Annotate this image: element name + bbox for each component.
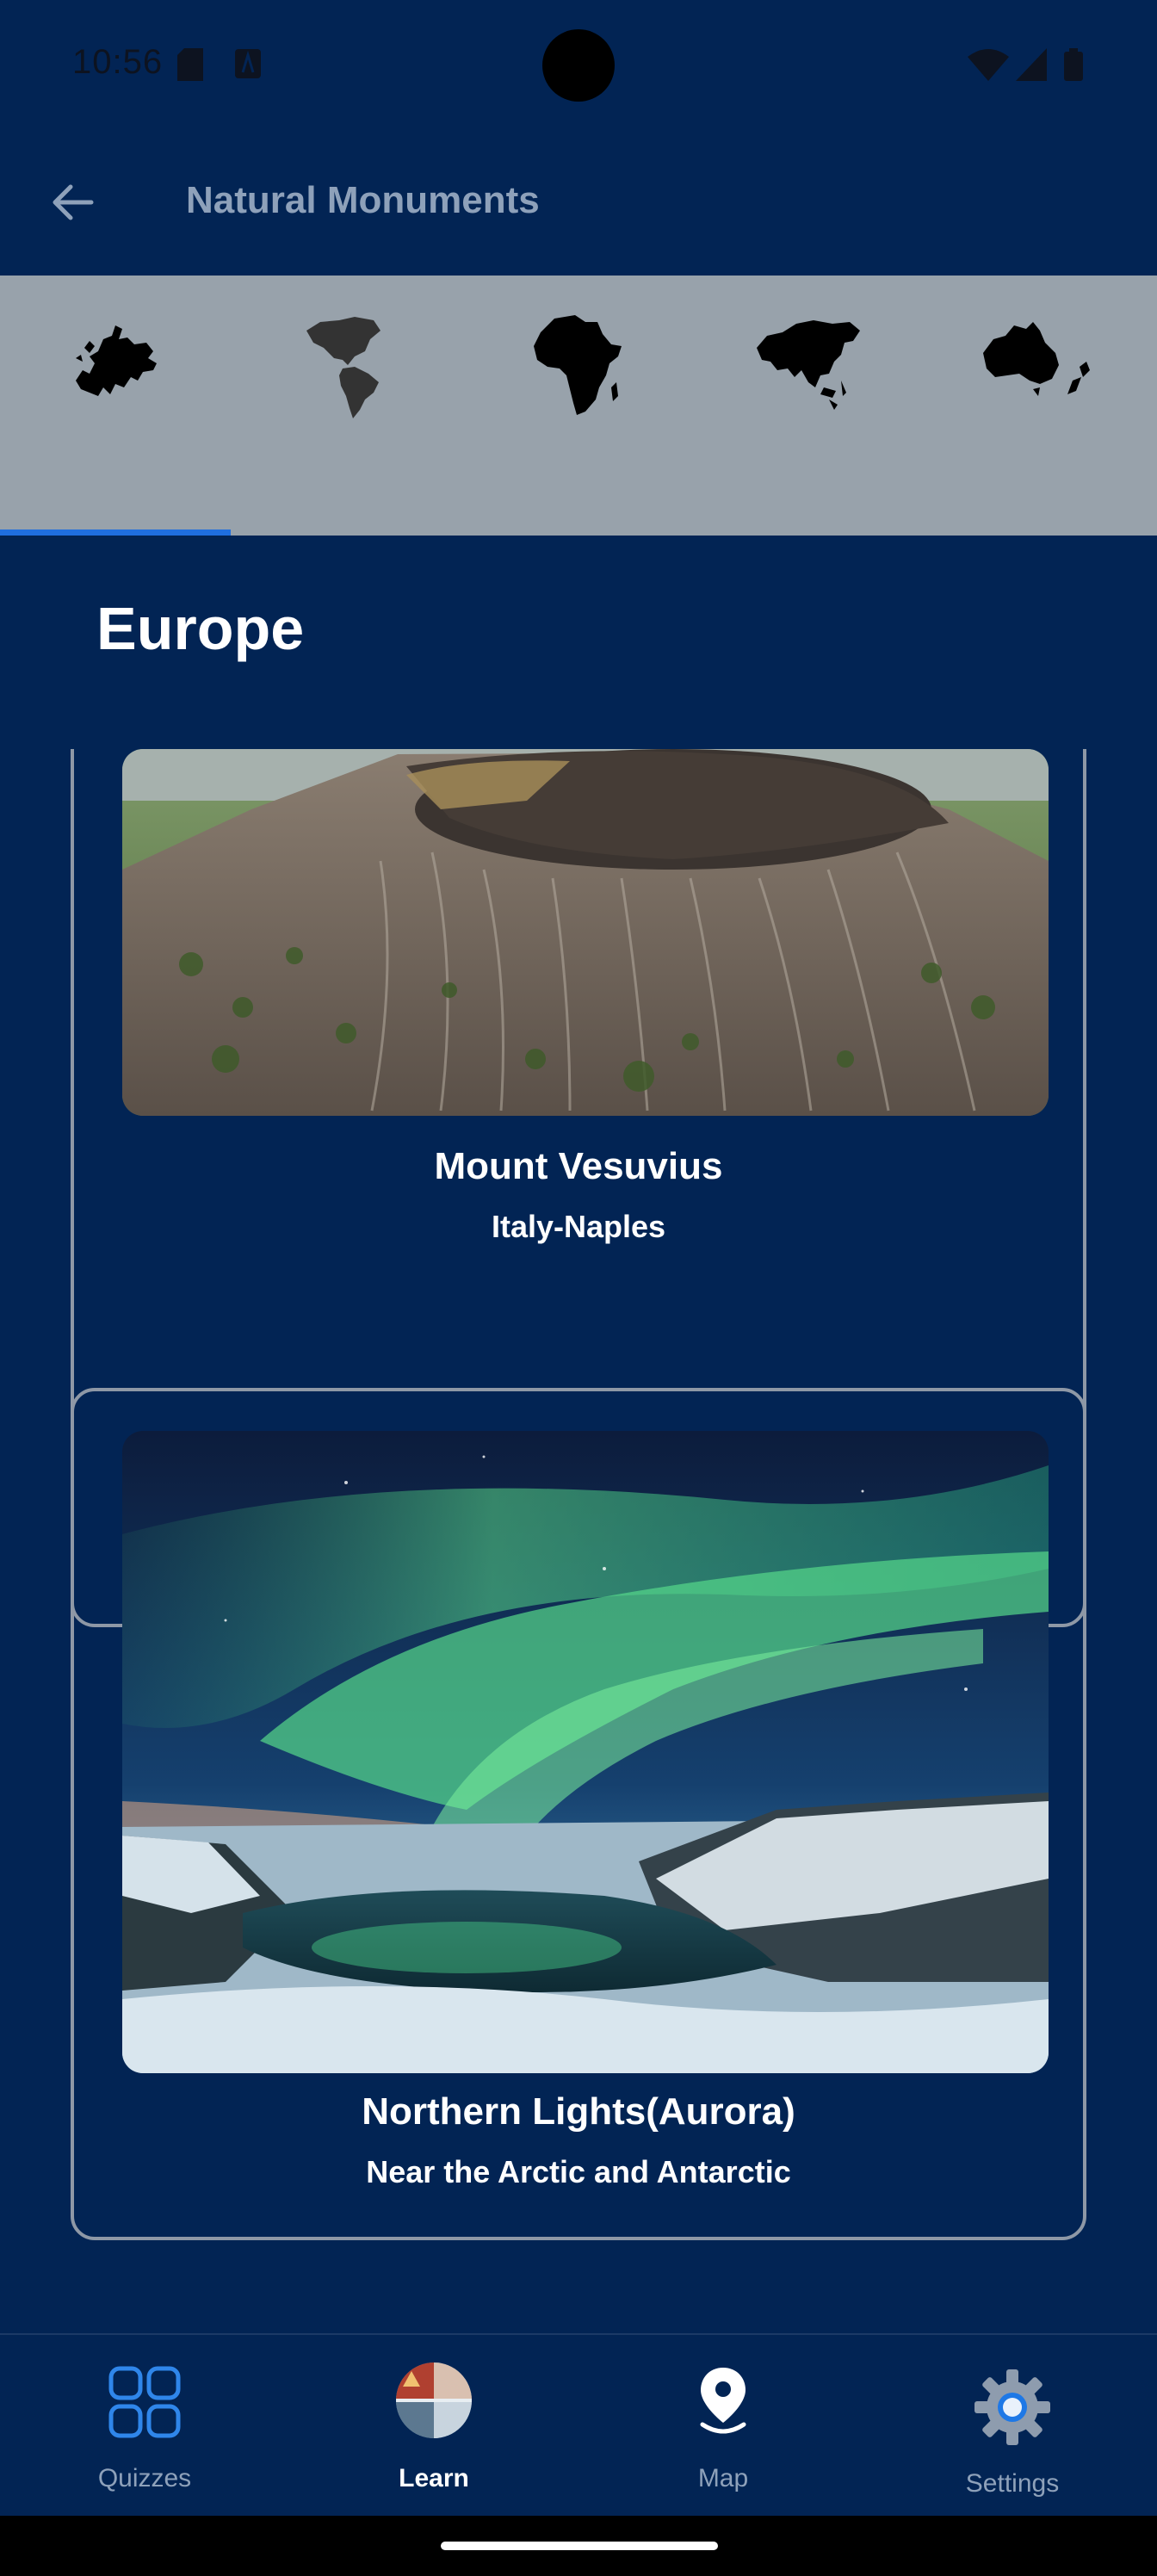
wifi-icon [968,49,1009,81]
nav-learn[interactable]: Learn [289,2335,578,2517]
tab-americas[interactable] [231,276,461,536]
back-button[interactable] [38,168,107,237]
page-title: Natural Monuments [186,179,540,221]
tab-asia[interactable] [692,276,923,536]
sd-card-icon [177,48,203,81]
monument-list[interactable]: Mount Vesuvius Italy-Naples Northern Lig… [0,749,1157,2333]
monument-photo [122,1431,1049,2073]
camera-cutout [542,29,615,102]
map-pin-icon [700,2368,746,2434]
tab-europe[interactable] [0,276,231,536]
continent-tab-bar [0,276,1157,536]
nav-map[interactable]: Map [578,2335,868,2517]
gear-icon [974,2369,1050,2445]
status-bar: 10:56 [0,0,1157,129]
monument-card[interactable]: Northern Lights(Aurora) Near the Arctic … [71,1388,1086,2240]
aurora-photo [122,1431,1049,2073]
nav-settings[interactable]: Settings [868,2335,1157,2517]
grid-icon [108,2366,181,2438]
cellular-signal-icon [1016,48,1047,81]
learn-photo-icon [396,2362,472,2438]
volcano-photo [122,749,1049,1116]
africa-map-icon [534,315,622,415]
bottom-navigation: Quizzes Learn Map Settings [0,2333,1157,2517]
section-title: Europe [96,595,305,662]
oceania-map-icon [983,322,1090,396]
battery-icon [1064,48,1083,81]
status-time: 10:56 [72,43,164,81]
monument-photo [122,749,1049,1116]
americas-map-icon [306,317,381,418]
tab-oceania[interactable] [923,276,1154,536]
system-gesture-area [0,2516,1157,2576]
nav-label-quizzes: Quizzes [97,2464,192,2492]
monument-location: Near the Arctic and Antarctic [366,2154,791,2189]
nav-label-map: Map [697,2464,749,2492]
monument-name: Northern Lights(Aurora) [362,2090,795,2133]
app-bar: Natural Monuments [0,129,1157,274]
nav-quizzes[interactable]: Quizzes [0,2335,289,2517]
app-notification-icon [235,49,261,78]
nav-label-settings: Settings [965,2469,1060,2498]
asia-map-icon [757,320,860,410]
monument-name: Mount Vesuvius [434,1145,723,1187]
tab-africa[interactable] [461,276,692,536]
selected-tab-indicator [0,529,231,536]
monument-location: Italy-Naples [491,1209,666,1244]
arrow-back-icon [53,184,94,220]
home-gesture-bar[interactable] [441,2542,718,2550]
nav-label-learn: Learn [399,2464,469,2492]
europe-map-icon [76,325,157,396]
